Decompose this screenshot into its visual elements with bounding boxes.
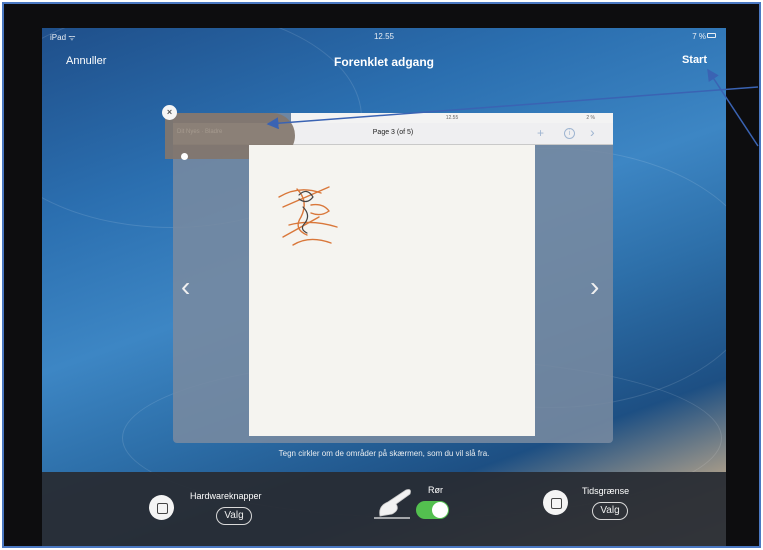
hardware-buttons-icon[interactable] [149, 495, 174, 520]
plus-icon: + [537, 126, 545, 140]
nav-bar: Annuller Forenklet adgang Start [42, 46, 726, 76]
time-limit-icon[interactable] [543, 490, 568, 515]
time-limit-options-button[interactable]: Valg [592, 502, 628, 520]
status-time: 12.55 [373, 32, 395, 41]
preview-time: 12.55 [445, 115, 459, 121]
instruction-text: Tegn cirkler om de områder på skærmen, s… [278, 449, 490, 458]
preview-battery: 2 % [586, 115, 595, 121]
battery-icon [707, 33, 716, 38]
touch-label: Rør [428, 485, 443, 495]
status-bar: iPad ᯤ 12.55 7 % [42, 28, 726, 46]
hardware-buttons-label: Hardwareknapper [190, 491, 262, 501]
hardware-options-button[interactable]: Valg [216, 507, 252, 525]
battery-level: 7 % [692, 32, 706, 41]
touch-hand-icon [374, 489, 411, 519]
chevron-right-icon: › [590, 124, 595, 140]
chevron-right-icon[interactable]: › [590, 271, 599, 303]
touch-toggle[interactable] [416, 501, 449, 519]
close-icon[interactable]: × [162, 105, 177, 120]
preview-status-bar: 12.55 2 % [291, 113, 613, 123]
chevron-left-icon[interactable]: ‹ [181, 271, 190, 303]
photo-frame: iPad ᯤ 12.55 7 % Annuller Forenklet adga… [2, 2, 761, 548]
drag-handle-icon[interactable] [181, 153, 188, 160]
page-title: Forenklet adgang [333, 55, 434, 69]
info-icon: i [564, 128, 575, 139]
start-button[interactable]: Start [682, 54, 707, 66]
document-page [249, 145, 535, 436]
sketch-drawing [278, 186, 338, 246]
app-preview[interactable]: 12.55 2 % Page 3 (of 5) + i › Dit Nyes ·… [162, 105, 613, 443]
disabled-area-text: Dit Nyes · Bladre [177, 129, 223, 135]
options-toolbar: Hardwareknapper Valg Rør Tidsgrænse Valg [42, 472, 726, 546]
ipad-screen: iPad ᯤ 12.55 7 % Annuller Forenklet adga… [42, 28, 726, 546]
time-limit-label: Tidsgrænse [582, 486, 630, 496]
